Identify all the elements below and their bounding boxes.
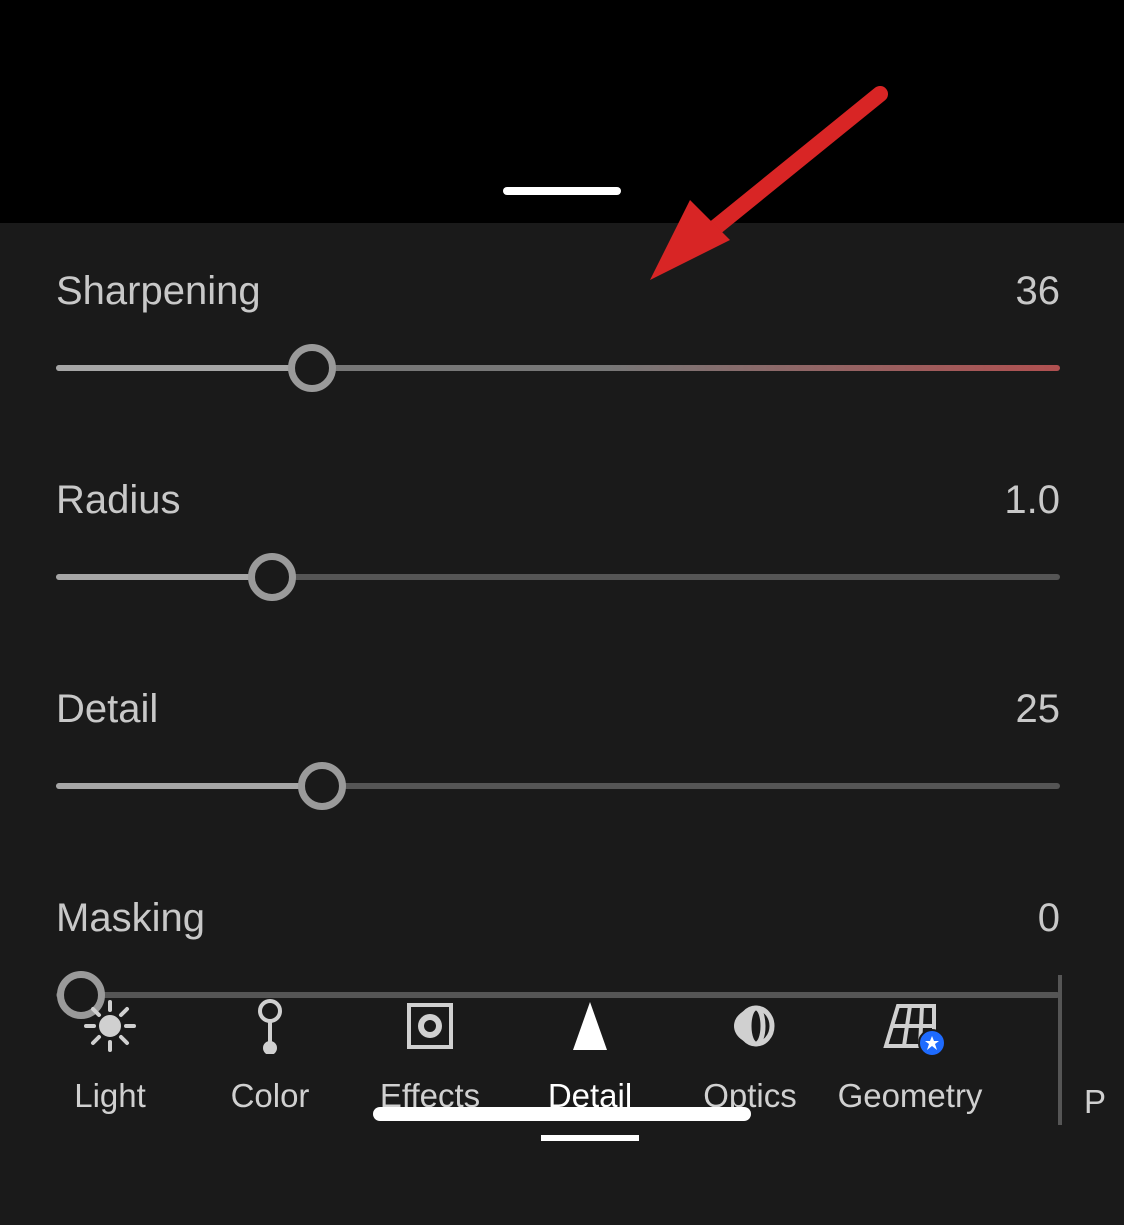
tab-color[interactable]: Color (190, 999, 350, 1135)
tab-presets-cutoff[interactable]: P (1084, 1005, 1124, 1121)
tab-presets-label-fragment: P (1084, 1083, 1106, 1120)
radius-slider-row: Radius 1.0 (56, 478, 1060, 599)
sharpening-slider[interactable] (56, 346, 1060, 390)
detail-slider[interactable] (56, 764, 1060, 808)
sharpening-label: Sharpening (56, 269, 261, 314)
detail-panel: Sharpening 36 Radius 1.0 Detail 25 (0, 223, 1124, 1017)
geometry-icon (880, 999, 940, 1053)
tab-light[interactable]: Light (30, 999, 190, 1135)
premium-badge-icon (918, 1029, 946, 1057)
radius-label: Radius (56, 478, 181, 523)
masking-label: Masking (56, 896, 205, 941)
tabs-divider (1058, 975, 1062, 1125)
detail-slider-row: Detail 25 (56, 687, 1060, 808)
tab-light-label: Light (74, 1077, 146, 1115)
preview-area (0, 0, 1124, 223)
drag-handle[interactable] (503, 187, 621, 195)
radius-slider[interactable] (56, 555, 1060, 599)
masking-value: 0 (1038, 896, 1060, 941)
active-tab-underline (541, 1135, 639, 1141)
tab-geometry-label: Geometry (838, 1077, 983, 1115)
sharpening-slider-row: Sharpening 36 (56, 269, 1060, 390)
tab-color-label: Color (231, 1077, 310, 1115)
optics-icon (724, 999, 776, 1053)
color-icon (249, 999, 291, 1053)
sharpening-value: 36 (1016, 269, 1061, 314)
effects-icon (405, 999, 455, 1053)
detail-value: 25 (1016, 687, 1061, 732)
home-indicator[interactable] (373, 1107, 751, 1121)
detail-icon (567, 999, 613, 1053)
radius-value: 1.0 (1004, 478, 1060, 523)
tab-geometry[interactable]: Geometry (830, 999, 990, 1135)
light-icon (82, 999, 138, 1053)
detail-label: Detail (56, 687, 158, 732)
